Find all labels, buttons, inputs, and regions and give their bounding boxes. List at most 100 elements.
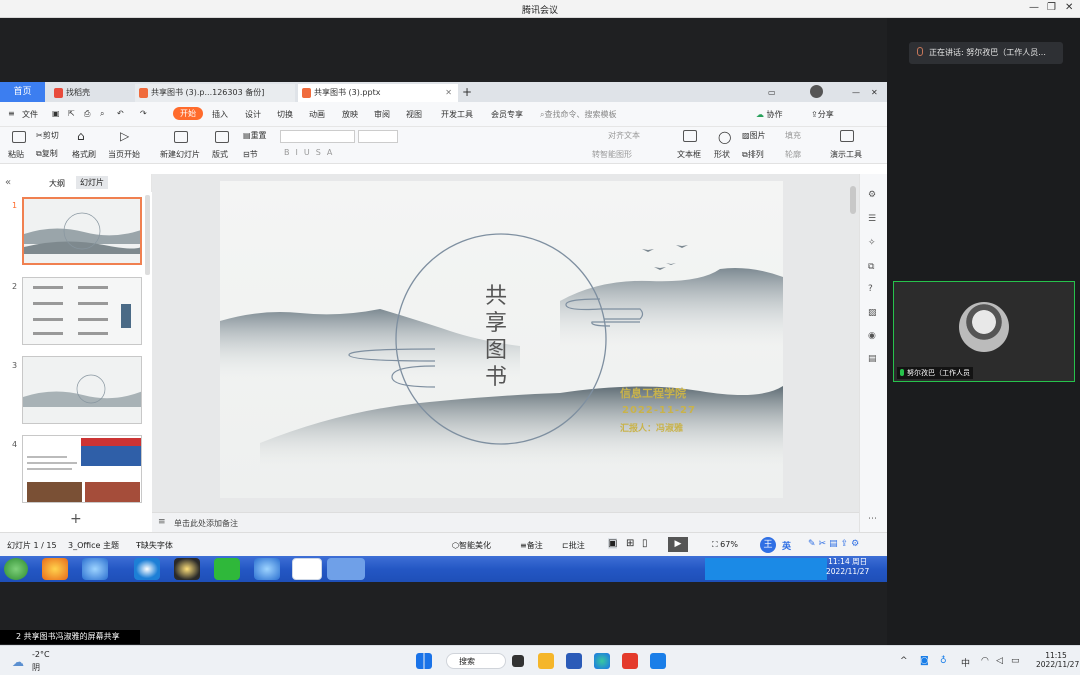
tab-docer[interactable]: 找稻壳	[50, 84, 132, 102]
ie-icon[interactable]	[82, 558, 108, 580]
preview-icon[interactable]: ⌕	[100, 109, 104, 119]
meeting-tray-icon[interactable]: ◙	[920, 656, 929, 666]
slide-org[interactable]: 信息工程学院	[620, 385, 686, 401]
copy-button[interactable]: ⧉复制	[36, 148, 58, 159]
thumb-scrollbar[interactable]	[145, 195, 150, 275]
tab-file[interactable]: 文件	[22, 109, 38, 120]
ime-mode[interactable]: 英	[782, 539, 791, 552]
command-search[interactable]: ⌕查找命令、搜索模板	[540, 109, 616, 120]
collab-button[interactable]: ☁ 协作	[756, 109, 783, 120]
mic-tray-icon[interactable]: ♁	[940, 656, 947, 666]
slide-thumb-2[interactable]	[22, 277, 142, 345]
wps-taskbar-icon[interactable]	[292, 558, 322, 580]
more-icon[interactable]: ⋯	[868, 514, 877, 524]
edge-icon[interactable]	[594, 653, 610, 669]
volume-icon[interactable]: ◁	[996, 656, 1003, 666]
zoom-level[interactable]: ⛶ 67%	[712, 540, 738, 550]
font-family-select[interactable]	[280, 130, 355, 143]
shape-button[interactable]: 形状	[714, 149, 730, 160]
ime-logo-icon[interactable]: 王	[760, 537, 776, 553]
reset-button[interactable]: ▤重置	[243, 130, 267, 141]
wps-icon[interactable]	[622, 653, 638, 669]
layout-button[interactable]: 版式	[212, 149, 228, 160]
export-icon[interactable]: ⇱	[68, 109, 75, 118]
print-icon[interactable]: ⎙	[84, 109, 90, 119]
ime-tools-icons[interactable]: ✎✂▤⇪⚙	[808, 539, 862, 549]
slide-date[interactable]: 2022-11-27	[622, 405, 696, 416]
tencent-meeting-icon[interactable]	[650, 653, 666, 669]
play-icon[interactable]: ▷	[120, 129, 129, 143]
tab-home-ribbon[interactable]: 开始	[173, 107, 203, 120]
qq-icon[interactable]	[174, 558, 200, 580]
help-icon[interactable]: ?	[868, 284, 873, 294]
textbox-button[interactable]: 文本框	[677, 149, 701, 160]
tab-transition[interactable]: 切换	[277, 109, 293, 120]
editor-scrollbar[interactable]	[850, 186, 856, 214]
weather-temp[interactable]: -2°C	[32, 650, 50, 659]
tab-home[interactable]: 首页	[0, 82, 45, 102]
book-icon[interactable]: ▤	[868, 354, 877, 364]
wps-close-icon[interactable]: ✕	[871, 84, 878, 102]
presenter-button[interactable]: 演示工具	[830, 149, 862, 160]
smartart-button[interactable]: 转智能图形	[592, 149, 632, 160]
arrange-button[interactable]: ⧉排列	[742, 149, 764, 160]
missing-font-button[interactable]: Ŧ缺失字体	[136, 540, 173, 551]
outline-button[interactable]: 轮廓	[785, 149, 801, 160]
taskbar-search[interactable]: 搜索	[446, 653, 506, 669]
new-slide-icon[interactable]	[174, 131, 188, 143]
paste-button[interactable]: 粘贴	[8, 149, 24, 160]
paste-icon[interactable]	[12, 131, 26, 143]
menu-icon[interactable]: ≡	[8, 109, 15, 118]
close-icon[interactable]: ✕	[1065, 2, 1073, 13]
tab-design[interactable]: 设计	[245, 109, 261, 120]
tab-backup[interactable]: 共享图书 (3).p...126303 备份]	[135, 84, 295, 102]
save-icon[interactable]: ▣	[52, 109, 60, 118]
tab-close-icon[interactable]: ✕	[445, 84, 452, 102]
align-text-button[interactable]: 对齐文本	[608, 130, 640, 141]
tab-outline[interactable]: 大纲	[49, 178, 65, 189]
browser-icon[interactable]	[254, 558, 280, 580]
window-layout-icon[interactable]: ▭	[768, 84, 776, 102]
tab-member[interactable]: 会员专享	[491, 109, 523, 120]
picture-button[interactable]: ▨图片	[742, 130, 766, 141]
kugou-icon[interactable]	[134, 558, 160, 580]
tray-overflow-icon[interactable]: ^	[900, 656, 908, 666]
slide-presenter[interactable]: 汇报人：冯淑雅	[620, 421, 683, 434]
file-explorer-icon[interactable]	[538, 653, 554, 669]
slide-title[interactable]: 共享图书	[485, 283, 515, 391]
weather-desc[interactable]: 阴	[32, 662, 40, 673]
tab-slideshow[interactable]: 放映	[342, 109, 358, 120]
current-slide[interactable]: 共享图书 信息工程学院 2022-11-27 汇报人：冯淑雅	[220, 181, 783, 498]
image-icon[interactable]: ▨	[868, 308, 877, 318]
textbox-icon[interactable]	[683, 130, 697, 142]
notes-bar[interactable]: ≡ 单击此处添加备注	[152, 512, 859, 532]
user-avatar[interactable]	[810, 85, 823, 98]
tab-developer[interactable]: 开发工具	[441, 109, 473, 120]
clock[interactable]: 11:15 2022/11/27	[1036, 651, 1079, 669]
collapse-icon[interactable]: «	[5, 177, 11, 188]
iqiyi-icon[interactable]	[214, 558, 240, 580]
tab-view[interactable]: 视图	[406, 109, 422, 120]
play-slideshow-icon[interactable]: ▶	[668, 537, 688, 552]
undo-icon[interactable]: ↶	[117, 109, 124, 118]
reading-view-icon[interactable]: ▯	[642, 538, 648, 549]
text-style-buttons[interactable]: BIUSA	[284, 148, 338, 157]
play-from-start-button[interactable]: 当页开始	[108, 149, 140, 160]
meeting-taskbar-icon[interactable]	[327, 558, 365, 580]
shape-icon[interactable]: ◯	[718, 130, 731, 144]
comments-toggle[interactable]: ⊏批注	[562, 540, 585, 551]
slide-thumb-3[interactable]	[22, 356, 142, 424]
sorter-view-icon[interactable]: ⊞	[626, 538, 634, 549]
fill-button[interactable]: 填充	[785, 130, 801, 141]
word-icon[interactable]	[566, 653, 582, 669]
section-button[interactable]: ⊟节	[243, 149, 258, 160]
slide-thumb-1[interactable]	[22, 197, 142, 265]
slide-thumb-4[interactable]	[22, 435, 142, 503]
new-slide-button[interactable]: 新建幻灯片	[160, 149, 200, 160]
windows-start-icon[interactable]	[416, 653, 432, 669]
tab-slides[interactable]: 幻灯片	[76, 176, 108, 189]
presenter-icon[interactable]	[840, 130, 854, 142]
taskbar-app-icon[interactable]	[42, 558, 68, 580]
tab-review[interactable]: 审阅	[374, 109, 390, 120]
ime-indicator[interactable]: 中	[961, 656, 970, 669]
